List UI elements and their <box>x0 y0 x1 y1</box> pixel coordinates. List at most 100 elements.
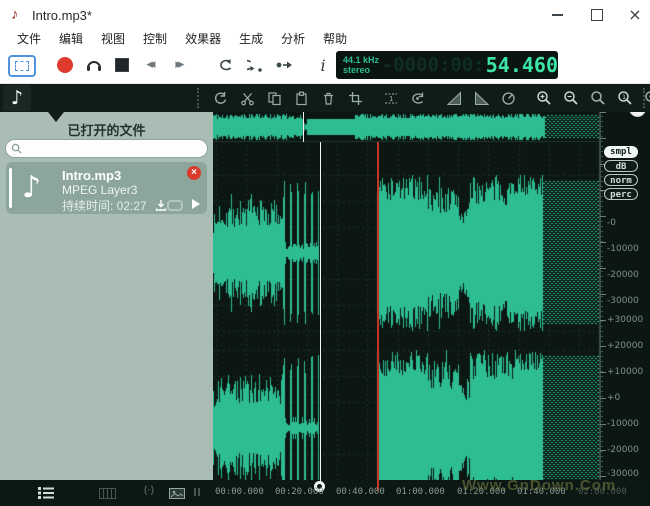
fade-in-button[interactable] <box>446 90 462 106</box>
file-play-button[interactable] <box>192 199 200 209</box>
files-panel-tab[interactable]: ♪ <box>3 85 31 111</box>
menu-help[interactable]: 帮助 <box>314 30 356 47</box>
scale-label: +10000 <box>607 367 643 377</box>
search-box[interactable] <box>5 139 208 158</box>
loop-icon <box>218 57 234 73</box>
delete-button[interactable] <box>320 90 336 106</box>
minimize-button[interactable] <box>538 0 576 30</box>
menu-view[interactable]: 视图 <box>92 30 134 47</box>
channels-label: stereo <box>343 65 382 75</box>
info-button[interactable]: i <box>314 56 332 74</box>
zoom-one-button[interactable]: 1 <box>617 90 633 106</box>
menu-control[interactable]: 控制 <box>134 30 176 47</box>
scale-label: -30000 <box>607 469 639 479</box>
fade-in-icon <box>447 91 462 106</box>
search-input[interactable] <box>26 142 200 156</box>
loop-once-button[interactable] <box>246 56 264 74</box>
select-one-icon: 1 <box>383 91 399 106</box>
title-bar: ♪ Intro.mp3* × <box>0 0 650 30</box>
trim-button[interactable] <box>347 90 363 106</box>
menu-analyze[interactable]: 分析 <box>272 30 314 47</box>
music-note-icon: ♪ <box>11 87 23 109</box>
play-from-cursor-icon <box>275 57 293 73</box>
scale-mode-smpl[interactable]: smpl <box>604 146 638 158</box>
headphones-icon <box>85 56 103 74</box>
file-duration: 持续时间: 02:27 <box>62 197 147 214</box>
undo-button[interactable] <box>212 90 228 106</box>
list-view-button[interactable] <box>38 486 54 504</box>
selection-tool-button[interactable] <box>8 55 36 77</box>
files-sidebar: 已打开的文件 ♪ Intro.mp3 MPEG Layer3 持续时间: 02:… <box>0 112 213 480</box>
close-button[interactable]: × <box>616 0 650 30</box>
copy-button[interactable] <box>266 90 282 106</box>
brackets-button[interactable]: (·) <box>144 485 154 496</box>
stop-button[interactable] <box>113 56 131 74</box>
svg-text:1: 1 <box>622 93 626 101</box>
fade-out-icon <box>474 91 489 106</box>
maximize-icon <box>591 9 603 21</box>
sidebar-title: 已打开的文件 <box>0 120 213 139</box>
keyboard-view-button[interactable] <box>99 486 116 504</box>
record-button[interactable] <box>57 57 73 73</box>
timeline-label: 01:20.000 <box>457 487 506 497</box>
file-list-item[interactable]: ♪ Intro.mp3 MPEG Layer3 持续时间: 02:27 × <box>6 162 207 214</box>
loop-button[interactable] <box>217 56 235 74</box>
stop-icon <box>115 58 129 72</box>
timeline-label: 01:00.000 <box>396 487 445 497</box>
paste-button[interactable] <box>293 90 309 106</box>
cut-button[interactable] <box>239 90 255 106</box>
keyboard-icon <box>99 488 116 499</box>
menu-bar: 文件 编辑 视图 控制 效果器 生成 分析 帮助 <box>0 30 650 47</box>
overview-cursor[interactable] <box>303 112 304 142</box>
svg-text:1: 1 <box>389 95 393 103</box>
info-icon: i <box>320 56 325 75</box>
zoom-in-button[interactable] <box>536 90 552 106</box>
file-loop-icon[interactable] <box>167 200 183 211</box>
selection-icon <box>15 61 29 71</box>
pause-status-icon <box>194 488 200 496</box>
gain-knob-button[interactable] <box>500 90 516 106</box>
undo-icon <box>213 91 228 106</box>
maximize-button[interactable] <box>578 0 616 30</box>
scale-mode-perc[interactable]: perc <box>604 188 638 200</box>
zoom-selection-button[interactable] <box>590 90 606 106</box>
fade-out-button[interactable] <box>473 90 489 106</box>
cut-icon <box>240 91 255 106</box>
menu-generate[interactable]: 生成 <box>230 30 272 47</box>
image-preview-button[interactable] <box>169 486 185 504</box>
scale-mode-norm[interactable]: norm <box>604 174 638 186</box>
toolbar-separator <box>643 88 645 108</box>
file-format: MPEG Layer3 <box>62 183 137 197</box>
zoom-in-icon <box>536 90 552 106</box>
file-download-button[interactable] <box>155 198 167 216</box>
rewind-button[interactable]: ◂◂ <box>140 56 158 74</box>
scale-mode-db[interactable]: dB <box>604 160 638 172</box>
transport-toolbar: ◂◂ ▸▸ i 44.1 kHz <box>0 47 650 84</box>
scale-label: -30000 <box>607 296 639 306</box>
fast-forward-icon: ▸▸ <box>175 56 180 74</box>
download-icon <box>155 199 167 211</box>
file-name: Intro.mp3 <box>62 168 121 183</box>
menu-effects[interactable]: 效果器 <box>176 30 230 47</box>
zoom-out-button[interactable] <box>563 90 579 106</box>
minimize-icon <box>552 14 563 16</box>
fast-forward-button[interactable]: ▸▸ <box>169 56 187 74</box>
monitor-button[interactable] <box>85 56 103 74</box>
scale-label: -0 <box>607 218 616 228</box>
window-title: Intro.mp3* <box>32 8 92 23</box>
edit-cursor[interactable] <box>320 142 321 490</box>
menu-file[interactable]: 文件 <box>8 30 50 47</box>
rewind-icon: ◂◂ <box>146 56 151 74</box>
menu-edit[interactable]: 编辑 <box>50 30 92 47</box>
select-one-button[interactable]: 1 <box>383 90 399 106</box>
app-window: ♪ Intro.mp3* × 文件 编辑 视图 控制 效果器 生成 分析 帮助 … <box>0 0 650 506</box>
zoom-selection-icon <box>590 90 606 106</box>
file-close-button[interactable]: × <box>187 166 201 180</box>
rotate-selection-button[interactable] <box>410 90 426 106</box>
waveform-canvas[interactable] <box>213 112 600 492</box>
app-icon: ♪ <box>11 6 19 23</box>
toolbar-separator <box>197 88 199 108</box>
play-from-cursor-button[interactable] <box>275 56 293 74</box>
zoom-one-icon: 1 <box>617 90 633 106</box>
image-preview-icon <box>169 488 185 499</box>
